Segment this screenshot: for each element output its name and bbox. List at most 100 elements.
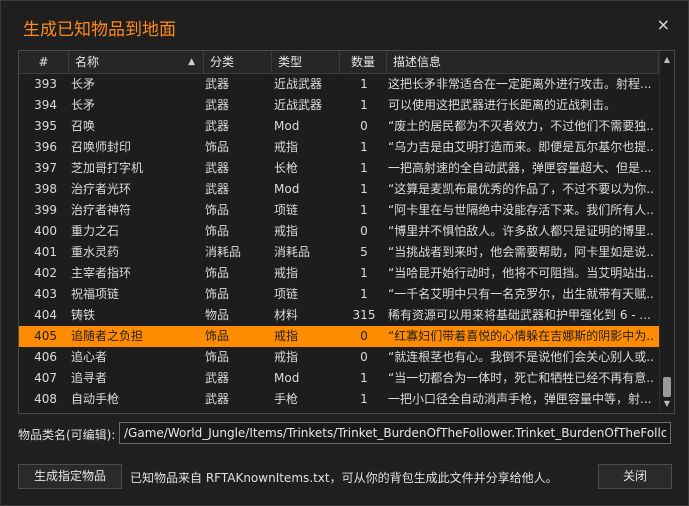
cell-description: “这算是麦凯布最优秀的作品了，不过不要以为你... xyxy=(388,182,654,196)
table-row[interactable]: 397 芝加哥打字机 武器 长枪 1 一把高射速的全自动武器，弹匣容量超大、但是... xyxy=(19,158,659,179)
cell-type: Mod xyxy=(274,119,300,133)
cell-description: 这把长矛非常适合在一定距离外进行攻击。射程... xyxy=(388,77,652,91)
table-row[interactable]: 400 重力之石 饰品 戒指 0 “博里并不惧怕敌人。许多敌人都只是证明的博里... xyxy=(19,221,659,242)
cell-quantity: 0 xyxy=(360,224,368,238)
class-name-input[interactable] xyxy=(119,422,671,444)
cell-name: 长矛 xyxy=(71,77,96,91)
cell-category: 饰品 xyxy=(205,203,230,217)
cell-type: 项链 xyxy=(274,287,299,301)
cell-num: 408 xyxy=(34,392,57,406)
table-row[interactable]: 401 重水灵药 消耗品 消耗品 5 “当挑战者到来时，他会需要帮助，阿卡里如是说... xyxy=(19,242,659,263)
cell-type: 戒指 xyxy=(274,329,299,343)
cell-type: 近战武器 xyxy=(274,77,323,91)
cell-name: 治疗者神符 xyxy=(71,203,132,217)
cell-quantity: 0 xyxy=(360,329,368,343)
scroll-up-icon[interactable]: ▲ xyxy=(660,53,674,67)
cell-description: “阿卡里在与世隔绝中没能存活下来。我们所有人... xyxy=(388,203,654,217)
cell-category: 饰品 xyxy=(205,287,230,301)
cell-type: 项链 xyxy=(274,203,299,217)
cell-category: 饰品 xyxy=(205,266,230,280)
cell-quantity: 1 xyxy=(360,266,368,280)
cell-type: 戒指 xyxy=(274,224,299,238)
cell-quantity: 0 xyxy=(360,350,368,364)
close-button[interactable]: 关闭 xyxy=(598,464,672,489)
cell-name: 追寻者 xyxy=(71,371,108,385)
cell-type: Mod xyxy=(274,182,300,196)
cell-name: 芝加哥打字机 xyxy=(71,161,144,175)
column-header-quantity[interactable]: 数量 xyxy=(340,51,387,73)
table-row[interactable]: 398 治疗者光环 武器 Mod 1 “这算是麦凯布最优秀的作品了，不过不要以为你... xyxy=(19,179,659,200)
table-row[interactable]: 407 追寻者 武器 Mod 1 “当一切都合为一体时，死亡和牺牲已经不再有意... xyxy=(19,368,659,389)
cell-category: 饰品 xyxy=(205,140,230,154)
generate-item-button[interactable]: 生成指定物品 xyxy=(18,464,122,489)
cell-description: “废土的居民都为不灭者效力，不过他们不需要独... xyxy=(388,119,654,133)
cell-num: 405 xyxy=(34,329,57,343)
table-row-selected[interactable]: 405 追随者之负担 饰品 戒指 0 “红寡妇们带着喜悦的心情躲在吉娜斯的阴影中为... xyxy=(19,326,659,347)
cell-quantity: 1 xyxy=(360,140,368,154)
column-header-description[interactable]: 描述信息 xyxy=(387,51,659,73)
cell-type: 手枪 xyxy=(274,392,299,406)
cell-name: 祝福项链 xyxy=(71,287,120,301)
cell-quantity: 315 xyxy=(352,308,376,322)
cell-quantity: 5 xyxy=(360,245,368,259)
cell-name: 长矛 xyxy=(71,98,96,112)
cell-name: 自动手枪 xyxy=(71,392,120,406)
cell-num: 397 xyxy=(34,161,57,175)
table-row[interactable]: 394 长矛 武器 近战武器 1 可以使用这把武器进行长距离的近战刺击。 xyxy=(19,95,659,116)
table-row[interactable]: 393 长矛 武器 近战武器 1 这把长矛非常适合在一定距离外进行攻击。射程... xyxy=(19,74,659,95)
column-header-name-label: 名称 xyxy=(75,55,100,69)
sort-ascending-icon: ▲ xyxy=(188,57,195,67)
cell-num: 400 xyxy=(34,224,57,238)
column-header-num[interactable]: # xyxy=(19,51,69,73)
table-row[interactable]: 396 召唤师封印 饰品 戒指 1 “乌力吉是由艾明打造而来。即便是瓦尔基尔也提... xyxy=(19,137,659,158)
cell-num: 406 xyxy=(34,350,57,364)
cell-quantity: 1 xyxy=(360,77,368,91)
cell-category: 饰品 xyxy=(205,224,230,238)
table-row[interactable]: 406 追心者 饰品 戒指 0 “就连根茎也有心。我倒不是说他们会关心别人或... xyxy=(19,347,659,368)
table-row[interactable]: 403 祝福项链 饰品 项链 1 “一千名艾明中只有一名克罗尔，出生就带有天赋... xyxy=(19,284,659,305)
cell-type: Mod xyxy=(274,371,300,385)
cell-name: 治疗者光环 xyxy=(71,182,132,196)
cell-description: “一千名艾明中只有一名克罗尔，出生就带有天赋... xyxy=(388,287,654,301)
cell-num: 404 xyxy=(34,308,57,322)
vertical-scrollbar[interactable]: ▲ ▼ xyxy=(659,51,674,413)
cell-description: “乌力吉是由艾明打造而来。即便是瓦尔基尔也提... xyxy=(388,140,654,154)
cell-quantity: 1 xyxy=(360,287,368,301)
table-row[interactable]: 404 铸铁 物品 材料 315 稀有资源可以用来将基础武器和护甲强化到 6 - ... xyxy=(19,305,659,326)
cell-num: 396 xyxy=(34,140,57,154)
cell-quantity: 1 xyxy=(360,392,368,406)
cell-description: “当挑战者到来时，他会需要帮助，阿卡里如是说... xyxy=(388,245,654,259)
table-row[interactable]: 408 自动手枪 武器 手枪 1 一把小口径全自动消声手枪，弹匣容量中等，射... xyxy=(19,389,659,410)
column-header-name[interactable]: 名称 ▲ xyxy=(69,51,204,73)
cell-quantity: 1 xyxy=(360,203,368,217)
scroll-down-icon[interactable]: ▼ xyxy=(660,397,674,411)
cell-quantity: 0 xyxy=(360,119,368,133)
table-row[interactable]: 402 主宰者指环 饰品 戒指 1 “当哈昆开始行动时，他将不可阻挡。当艾明站出... xyxy=(19,263,659,284)
cell-name: 主宰者指环 xyxy=(71,266,132,280)
table-row[interactable]: 395 召唤 武器 Mod 0 “废土的居民都为不灭者效力，不过他们不需要独... xyxy=(19,116,659,137)
cell-category: 消耗品 xyxy=(205,245,242,259)
cell-name: 重水灵药 xyxy=(71,245,120,259)
cell-category: 武器 xyxy=(205,392,230,406)
cell-num: 393 xyxy=(34,77,57,91)
scroll-thumb[interactable] xyxy=(663,377,671,397)
cell-quantity: 1 xyxy=(360,161,368,175)
spawn-known-items-dialog: 生成已知物品到地面 × # 名称 ▲ 分类 类型 数量 描述信息 393 长矛武器… xyxy=(0,0,689,506)
cell-name: 召唤师封印 xyxy=(71,140,132,154)
cell-num: 401 xyxy=(34,245,57,259)
close-icon[interactable]: × xyxy=(657,15,670,34)
cell-num: 398 xyxy=(34,182,57,196)
cell-category: 武器 xyxy=(205,182,230,196)
cell-num: 403 xyxy=(34,287,57,301)
cell-category: 物品 xyxy=(205,308,230,322)
cell-name: 追随者之负担 xyxy=(71,329,144,343)
cell-type: 消耗品 xyxy=(274,245,311,259)
cell-type: 戒指 xyxy=(274,266,299,280)
cell-type: 材料 xyxy=(274,308,299,322)
cell-name: 追心者 xyxy=(71,350,108,364)
column-header-type[interactable]: 类型 xyxy=(272,51,340,73)
cell-description: “当一切都合为一体时，死亡和牺牲已经不再有意... xyxy=(388,371,654,385)
column-header-category[interactable]: 分类 xyxy=(204,51,272,73)
table-row[interactable]: 399 治疗者神符 饰品 项链 1 “阿卡里在与世隔绝中没能存活下来。我们所有人... xyxy=(19,200,659,221)
dialog-title: 生成已知物品到地面 xyxy=(23,20,176,40)
